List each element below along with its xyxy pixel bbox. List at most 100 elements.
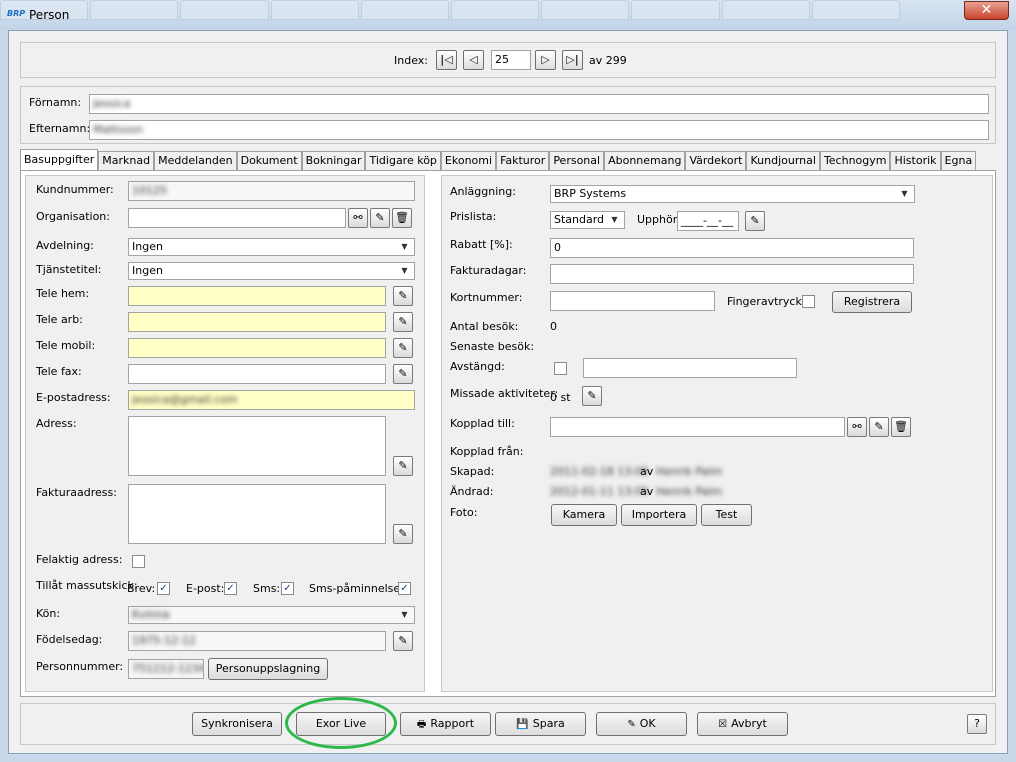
tab-tidigare-köp[interactable]: Tidigare köp <box>365 151 441 170</box>
camera-button[interactable]: Kamera <box>551 504 617 526</box>
blocked-reason-field[interactable] <box>583 358 797 378</box>
sms-checkbox[interactable]: ✓ <box>281 582 294 595</box>
birthday-field[interactable]: 1975-12-12 <box>128 631 386 651</box>
tab-dokument[interactable]: Dokument <box>236 151 302 170</box>
tab-abonnemang[interactable]: Abonnemang <box>604 151 686 170</box>
edit-icon: ✎ <box>398 634 408 647</box>
background-tab <box>721 0 810 20</box>
first-record-button[interactable]: |◁ <box>436 50 457 70</box>
save-button[interactable]: 💾 Spara <box>495 712 586 736</box>
invoice-address-label: Fakturaadress: <box>36 486 117 499</box>
service-title-label: Tjänstetitel: <box>36 263 102 276</box>
phone-fax-field[interactable] <box>128 364 386 384</box>
fingerprint-checkbox[interactable] <box>802 295 815 308</box>
phone-home-field[interactable] <box>128 286 386 306</box>
linked-to-field[interactable] <box>550 417 845 437</box>
background-tab <box>451 0 540 20</box>
tab-ekonomi[interactable]: Ekonomi <box>440 151 497 170</box>
test-button[interactable]: Test <box>701 504 752 526</box>
changed-by-label: av <box>640 485 654 498</box>
index-input[interactable]: 25 <box>491 50 531 70</box>
phone-mobile-edit-button[interactable]: ✎ <box>393 338 413 358</box>
binoculars-icon: ⚯ <box>353 211 363 224</box>
pricelist-select[interactable]: Standard ▼ <box>550 211 625 229</box>
organisation-edit-button[interactable]: ✎ <box>370 208 390 228</box>
ok-icon: ✎ <box>627 719 636 730</box>
background-tab <box>270 0 359 20</box>
phone-home-edit-button[interactable]: ✎ <box>393 286 413 306</box>
department-select[interactable]: Ingen ▼ <box>128 238 415 256</box>
birthday-value: 1975-12-12 <box>132 634 196 647</box>
background-tab <box>811 0 901 20</box>
tab-bokningar[interactable]: Bokningar <box>301 151 366 170</box>
customer-number-field: 10125 <box>128 181 415 201</box>
invoice-address-edit-button[interactable]: ✎ <box>393 524 413 544</box>
service-title-select[interactable]: Ingen ▼ <box>128 262 415 280</box>
invoice-address-textarea[interactable] <box>128 484 386 544</box>
organisation-search-button[interactable]: ⚯ <box>348 208 368 228</box>
missed-edit-button[interactable]: ✎ <box>582 386 602 406</box>
address-edit-button[interactable]: ✎ <box>393 456 413 476</box>
expires-edit-button[interactable]: ✎ <box>745 211 765 231</box>
email-field[interactable]: jessica@gmail.com <box>128 390 415 410</box>
report-button[interactable]: 🖶 Rapport <box>400 712 491 736</box>
previous-record-button[interactable]: ◁ <box>463 50 484 70</box>
linked-to-edit-button[interactable]: ✎ <box>869 417 889 437</box>
wrong-address-checkbox[interactable] <box>132 555 145 568</box>
discount-field[interactable]: 0 <box>550 238 914 258</box>
tab-marknad[interactable]: Marknad <box>98 151 155 170</box>
phone-work-field[interactable] <box>128 312 386 332</box>
address-textarea[interactable] <box>128 416 386 476</box>
ok-button[interactable]: ✎ OK <box>596 712 687 736</box>
visit-count-label: Antal besök: <box>450 320 519 333</box>
lastname-input[interactable]: Mattsson <box>89 120 989 140</box>
card-number-field[interactable] <box>550 291 715 311</box>
tab-basuppgifter[interactable]: Basuppgifter <box>20 149 99 170</box>
email-opt-checkbox[interactable]: ✓ <box>224 582 237 595</box>
organisation-delete-button[interactable]: 🗑 <box>392 208 412 228</box>
chevron-down-icon: ▼ <box>401 610 408 619</box>
tab-personal[interactable]: Personal <box>549 151 605 170</box>
person-lookup-button[interactable]: Personuppslagning <box>208 658 328 680</box>
birthday-edit-button[interactable]: ✎ <box>393 631 413 651</box>
chevron-down-icon: ▼ <box>901 189 908 198</box>
help-button[interactable]: ? <box>967 714 987 734</box>
fingerprint-label: Fingeravtryck: <box>727 295 806 308</box>
facility-select[interactable]: BRP Systems ▼ <box>550 185 915 203</box>
sync-button[interactable]: Synkronisera <box>192 712 282 736</box>
email-opt-label: E-post: <box>186 582 225 595</box>
tab-fakturor[interactable]: Fakturor <box>496 151 550 170</box>
personal-number-field[interactable]: 751212-1234 <box>128 659 204 679</box>
next-record-button[interactable]: ▷ <box>535 50 556 70</box>
register-button[interactable]: Registrera <box>832 291 912 313</box>
blocked-checkbox[interactable] <box>554 362 567 375</box>
last-record-button[interactable]: ▷| <box>562 50 583 70</box>
edit-icon: ✎ <box>398 289 408 302</box>
expires-field[interactable]: ____-__-__ <box>677 211 739 231</box>
import-button[interactable]: Importera <box>621 504 697 526</box>
phone-work-edit-button[interactable]: ✎ <box>393 312 413 332</box>
letter-checkbox[interactable]: ✓ <box>157 582 170 595</box>
tab-värdekort[interactable]: Värdekort <box>685 151 747 170</box>
firstname-input[interactable]: Jessica <box>89 94 989 114</box>
linked-to-search-button[interactable]: ⚯ <box>847 417 867 437</box>
phone-fax-edit-button[interactable]: ✎ <box>393 364 413 384</box>
tab-egna[interactable]: Egna <box>940 151 977 170</box>
tab-kundjournal[interactable]: Kundjournal <box>746 151 820 170</box>
organisation-field[interactable] <box>128 208 346 228</box>
gender-select[interactable]: Kvinna ▼ <box>128 606 415 624</box>
tab-meddelanden[interactable]: Meddelanden <box>154 151 237 170</box>
sms-label: Sms: <box>253 582 281 595</box>
customer-number-label: Kundnummer: <box>36 183 114 196</box>
first-icon: |◁ <box>440 53 453 66</box>
cancel-button[interactable]: ☒ Avbryt <box>697 712 788 736</box>
linked-to-delete-button[interactable]: 🗑 <box>891 417 911 437</box>
edit-icon: ✎ <box>874 420 884 433</box>
tab-technogym[interactable]: Technogym <box>819 151 891 170</box>
personal-number-value: 751212-1234 <box>132 662 204 675</box>
sms-reminder-checkbox[interactable]: ✓ <box>398 582 411 595</box>
phone-mobile-field[interactable] <box>128 338 386 358</box>
invoice-days-field[interactable] <box>550 264 914 284</box>
close-button[interactable]: ✕ <box>964 1 1009 20</box>
tab-historik[interactable]: Historik <box>890 151 941 170</box>
